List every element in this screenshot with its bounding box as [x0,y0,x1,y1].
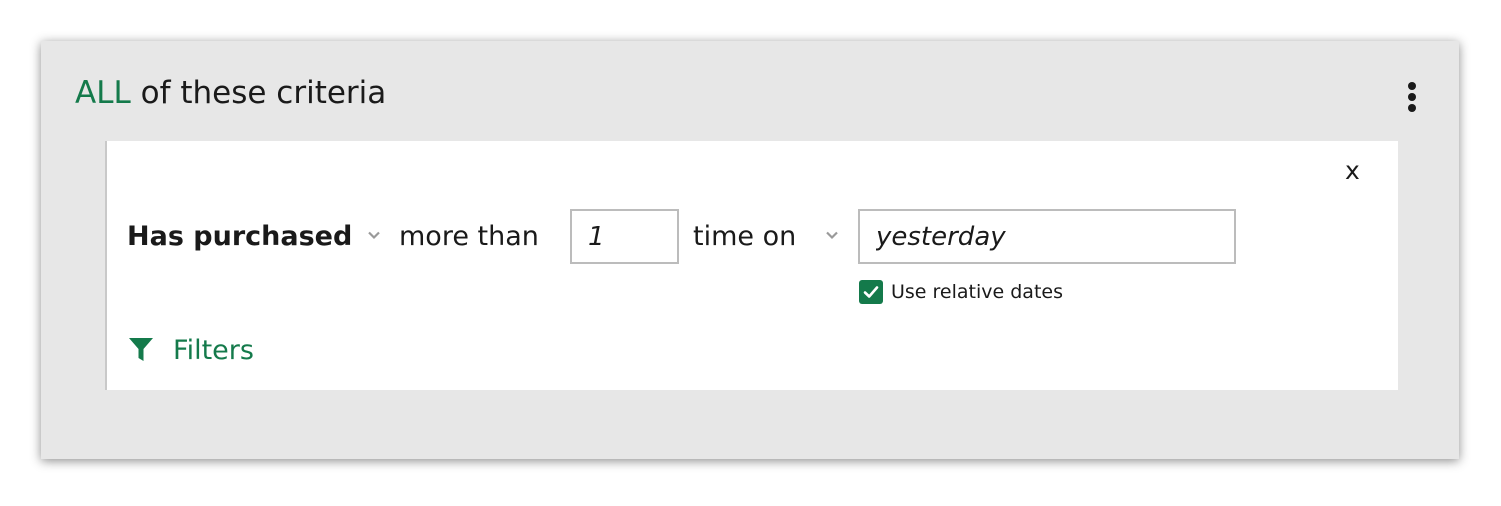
filters-label: Filters [173,335,254,366]
criteria-quantifier[interactable]: ALL [75,75,131,111]
relative-dates-label: Use relative dates [891,281,1063,303]
criteria-heading: ALL of these criteria [75,73,386,113]
remove-rule-button[interactable]: x [1345,157,1360,185]
date-input[interactable] [858,209,1236,264]
unit-chevron-down-icon[interactable] [824,227,840,243]
event-chevron-down-icon[interactable] [366,227,382,243]
criteria-group-panel: ALL of these criteria x Has purchased mo… [41,41,1459,459]
count-input[interactable] [570,209,679,264]
funnel-icon [129,338,153,361]
criteria-heading-text: of these criteria [140,75,387,111]
rule-card: x Has purchased more than time on Use re… [105,141,1398,390]
kebab-menu-icon[interactable] [1401,81,1425,113]
unit-select-label[interactable]: time on [693,209,796,264]
relative-dates-checkbox[interactable] [859,280,883,304]
rule-row: Has purchased more than time on [107,209,1398,264]
comparator-label: more than [399,221,539,252]
event-select-label[interactable]: Has purchased [127,209,352,264]
checkmark-icon [863,286,879,298]
